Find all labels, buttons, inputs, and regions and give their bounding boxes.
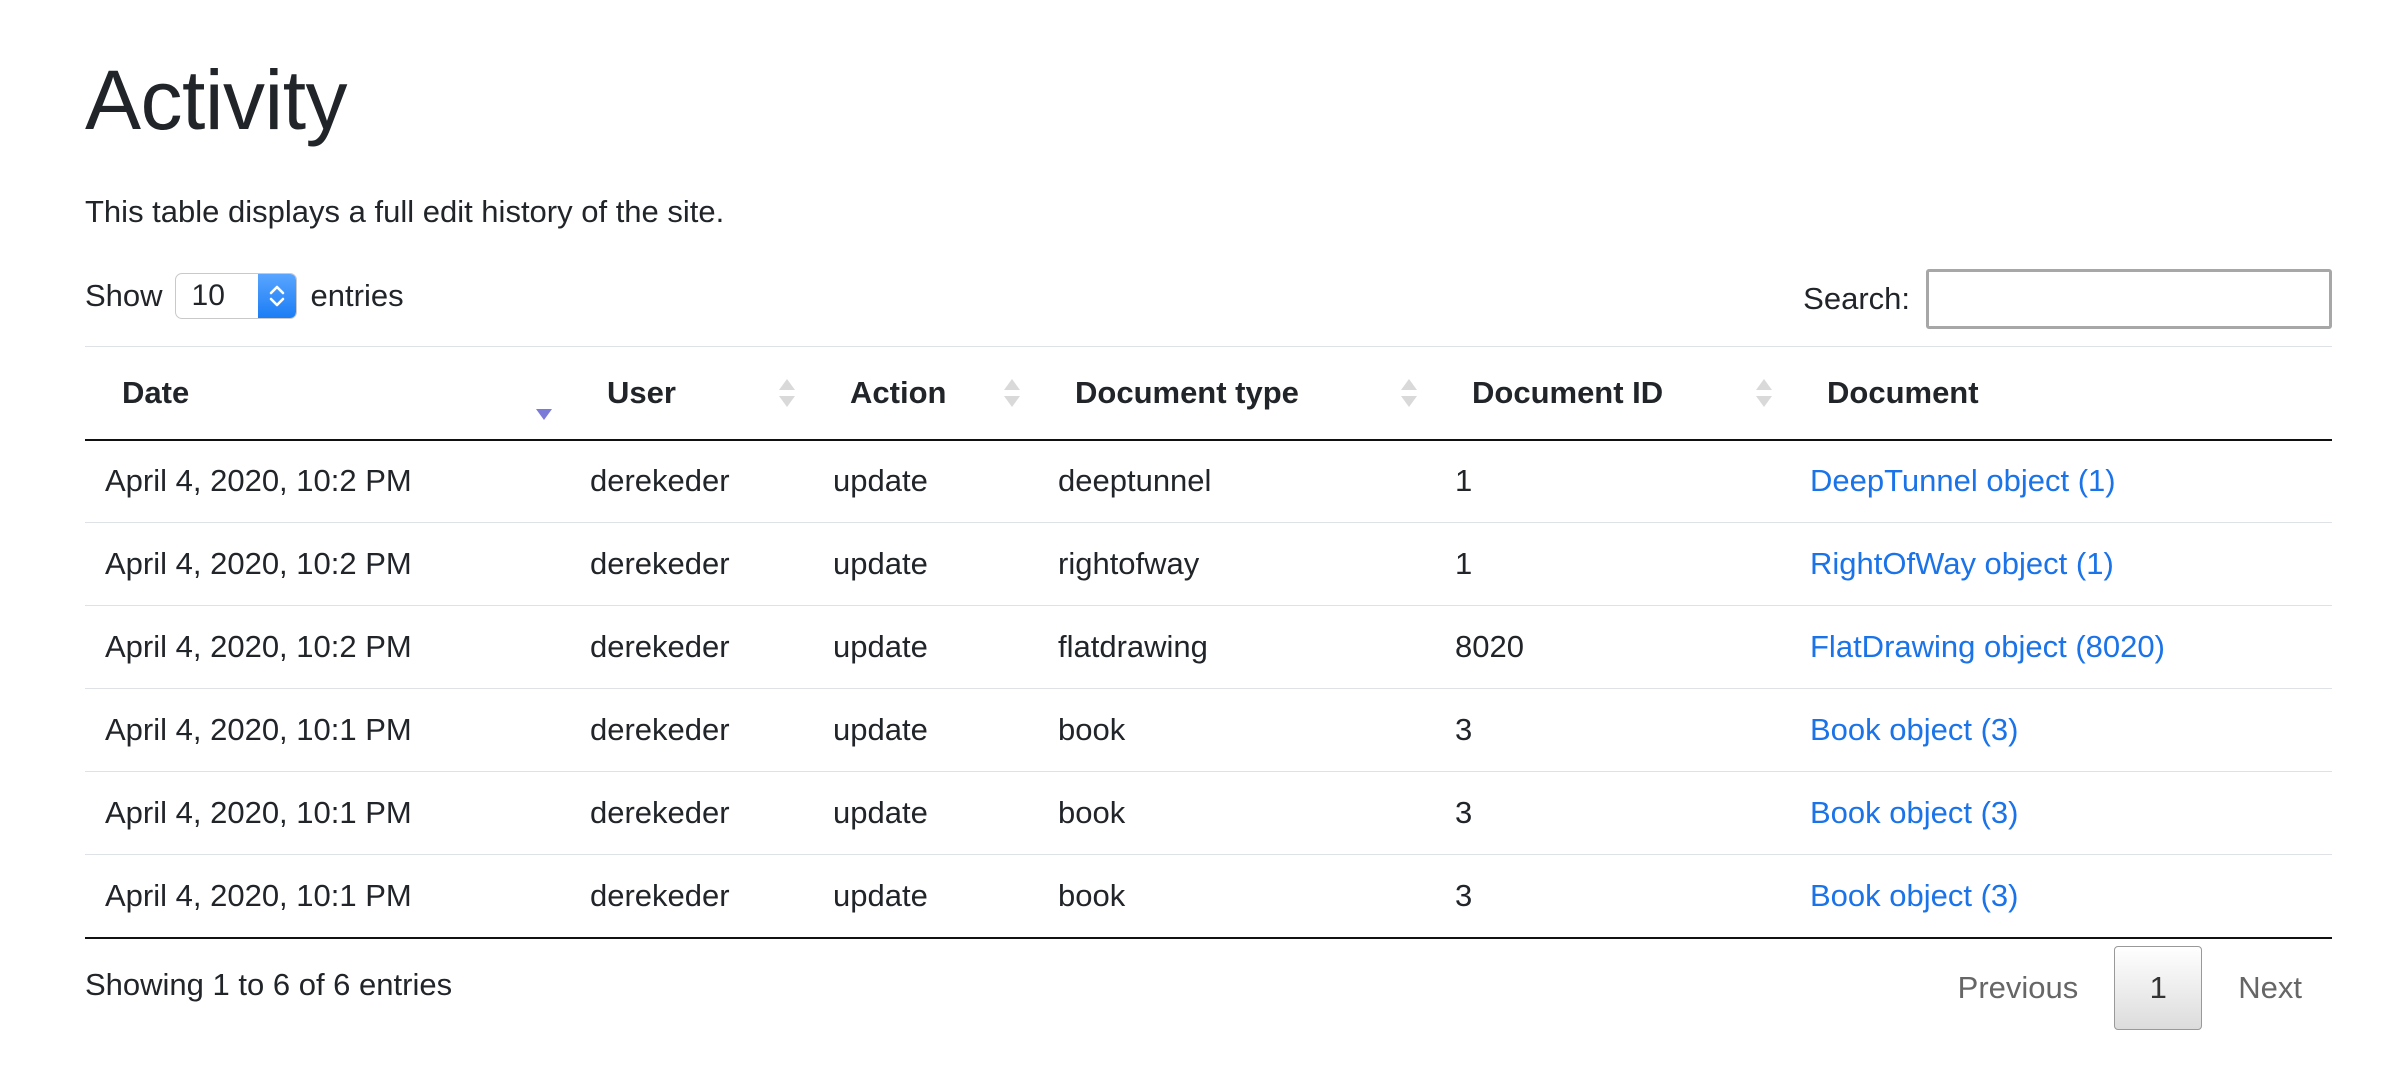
- cell-action: update: [813, 439, 1038, 523]
- column-header-document-type[interactable]: Document type: [1038, 346, 1435, 441]
- cell-document-id: 3: [1435, 771, 1790, 855]
- document-link[interactable]: Book object (3): [1810, 712, 2019, 747]
- column-header-document-id[interactable]: Document ID: [1435, 346, 1790, 441]
- cell-action: update: [813, 688, 1038, 772]
- cell-document-id: 1: [1435, 439, 1790, 523]
- column-header-date[interactable]: Date: [85, 346, 570, 441]
- cell-date: April 4, 2020, 10:2 PM: [85, 522, 570, 606]
- cell-action: update: [813, 605, 1038, 689]
- table-row: April 4, 2020, 10:1 PM derekeder update boo…: [85, 771, 2332, 855]
- cell-document-type: deeptunnel: [1038, 439, 1435, 523]
- cell-user: derekeder: [570, 439, 813, 523]
- page-intro: This table displays a full edit history …: [85, 194, 725, 229]
- cell-date: April 4, 2020, 10:1 PM: [85, 854, 570, 939]
- table-row: April 4, 2020, 10:2 PM derekeder update rig…: [85, 522, 2332, 606]
- cell-document: RightOfWay object (1): [1790, 522, 2332, 606]
- length-suffix: entries: [310, 278, 404, 313]
- cell-user: derekeder: [570, 854, 813, 939]
- entries-per-page-select[interactable]: 10: [174, 273, 297, 319]
- pagination: Previous 1 Next: [1928, 946, 2332, 1030]
- table-body: April 4, 2020, 10:2 PM derekeder update dee…: [85, 439, 2332, 939]
- table-info: Showing 1 to 6 of 6 entries: [85, 967, 453, 1002]
- column-header-label: Document ID: [1472, 374, 1664, 410]
- entries-per-page-value: 10: [191, 279, 225, 312]
- page-1-button[interactable]: 1: [2114, 946, 2203, 1030]
- cell-document-type: book: [1038, 688, 1435, 772]
- document-link[interactable]: DeepTunnel object (1): [1810, 463, 2116, 498]
- column-header-label: Date: [122, 374, 190, 410]
- cell-date: April 4, 2020, 10:1 PM: [85, 771, 570, 855]
- table-row: April 4, 2020, 10:1 PM derekeder update boo…: [85, 688, 2332, 772]
- next-page-button[interactable]: Next: [2208, 970, 2332, 1006]
- cell-action: update: [813, 522, 1038, 606]
- table-header-row: Date User Action Document type Document …: [85, 346, 2332, 441]
- column-header-action[interactable]: Action: [813, 346, 1038, 441]
- cell-document-type: flatdrawing: [1038, 605, 1435, 689]
- search-label: Search:: [1803, 281, 1910, 316]
- sort-both-icon: [1756, 378, 1772, 408]
- column-header-label: User: [607, 374, 676, 410]
- column-header-label: Document type: [1075, 374, 1299, 410]
- document-link[interactable]: Book object (3): [1810, 795, 2019, 830]
- cell-document-id: 3: [1435, 854, 1790, 939]
- cell-document: DeepTunnel object (1): [1790, 439, 2332, 523]
- cell-document-type: book: [1038, 854, 1435, 939]
- cell-action: update: [813, 771, 1038, 855]
- cell-document: Book object (3): [1790, 688, 2332, 772]
- select-stepper-icon: [257, 274, 296, 318]
- entries-length-control: Show 10 entries: [85, 272, 404, 320]
- document-link[interactable]: Book object (3): [1810, 878, 2019, 913]
- cell-date: April 4, 2020, 10:1 PM: [85, 688, 570, 772]
- column-header-user[interactable]: User: [570, 346, 813, 441]
- cell-document: Book object (3): [1790, 771, 2332, 855]
- sort-both-icon: [1004, 378, 1020, 408]
- search-input[interactable]: [1926, 269, 2332, 329]
- column-header-label: Document: [1827, 374, 1979, 410]
- cell-user: derekeder: [570, 522, 813, 606]
- column-header-label: Action: [850, 374, 947, 410]
- cell-document-id: 8020: [1435, 605, 1790, 689]
- activity-table: Date User Action Document type Document …: [85, 346, 2332, 939]
- document-link[interactable]: RightOfWay object (1): [1810, 546, 2114, 581]
- cell-action: update: [813, 854, 1038, 939]
- cell-document-type: rightofway: [1038, 522, 1435, 606]
- previous-page-button[interactable]: Previous: [1928, 970, 2109, 1006]
- cell-document-type: book: [1038, 771, 1435, 855]
- document-link[interactable]: FlatDrawing object (8020): [1810, 629, 2165, 664]
- table-row: April 4, 2020, 10:2 PM derekeder update fla…: [85, 605, 2332, 689]
- cell-document: Book object (3): [1790, 854, 2332, 939]
- cell-user: derekeder: [570, 688, 813, 772]
- search-control: Search:: [1803, 268, 2332, 330]
- cell-user: derekeder: [570, 605, 813, 689]
- sort-descending-icon: [536, 378, 552, 420]
- length-prefix: Show: [85, 278, 163, 313]
- cell-document-id: 1: [1435, 522, 1790, 606]
- cell-user: derekeder: [570, 771, 813, 855]
- column-header-document: Document: [1790, 346, 2332, 441]
- sort-both-icon: [779, 378, 795, 408]
- cell-document: FlatDrawing object (8020): [1790, 605, 2332, 689]
- page-title: Activity: [85, 53, 348, 147]
- sort-both-icon: [1401, 378, 1417, 408]
- cell-document-id: 3: [1435, 688, 1790, 772]
- cell-date: April 4, 2020, 10:2 PM: [85, 605, 570, 689]
- table-row: April 4, 2020, 10:1 PM derekeder update boo…: [85, 854, 2332, 939]
- table-row: April 4, 2020, 10:2 PM derekeder update dee…: [85, 439, 2332, 523]
- cell-date: April 4, 2020, 10:2 PM: [85, 439, 570, 523]
